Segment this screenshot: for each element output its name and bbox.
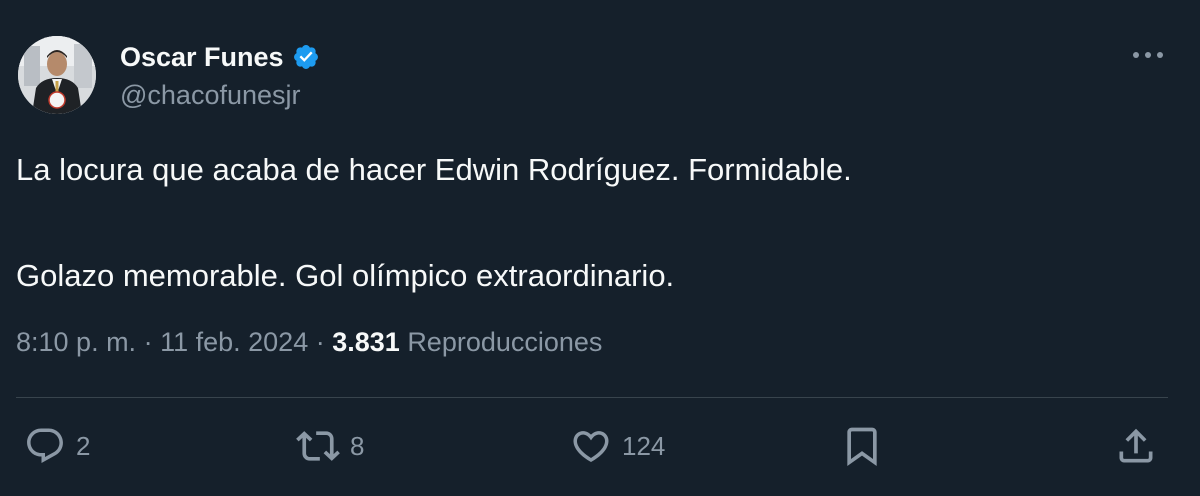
meta-separator: · — [136, 327, 161, 357]
user-handle[interactable]: @chacofunesjr — [120, 80, 320, 111]
retweet-button[interactable]: 8 — [296, 420, 364, 472]
reply-count: 2 — [76, 430, 91, 461]
like-count: 124 — [622, 430, 666, 461]
views-label: Reproducciones — [407, 327, 603, 357]
tweet-paragraph: Golazo memorable. Gol olímpico extraordi… — [16, 258, 675, 293]
action-bar: 2 8 124 — [0, 420, 1200, 472]
tweet-date[interactable]: 11 feb. 2024 — [160, 327, 308, 357]
more-horizontal-icon — [1133, 52, 1163, 58]
bookmark-button[interactable] — [840, 420, 884, 472]
tweet-meta: 8:10 p. m. · 11 feb. 2024 · 3.831 Reprod… — [16, 327, 602, 358]
author-block: Oscar Funes @chacofunesjr — [120, 38, 320, 111]
like-button[interactable]: 124 — [570, 420, 665, 472]
verified-badge-icon[interactable] — [292, 43, 320, 71]
divider — [16, 397, 1168, 398]
views-count: 3.831 — [332, 327, 400, 357]
tweet-text: La locura que acaba de hacer Edwin Rodrí… — [16, 150, 1166, 296]
retweet-count: 8 — [350, 430, 365, 461]
meta-separator: · — [308, 327, 333, 357]
bookmark-icon — [847, 427, 877, 467]
avatar[interactable] — [18, 36, 96, 114]
display-name[interactable]: Oscar Funes — [120, 42, 284, 73]
share-icon — [1119, 428, 1153, 463]
retweet-icon — [296, 431, 340, 461]
reply-button[interactable]: 2 — [24, 420, 90, 472]
heart-icon — [573, 431, 609, 463]
tweet-card: Oscar Funes @chacofunesjr La locura que … — [0, 0, 1200, 496]
share-button[interactable] — [1114, 420, 1158, 472]
more-options-button[interactable] — [1128, 38, 1168, 72]
avatar-image — [18, 36, 96, 114]
tweet-paragraph: La locura que acaba de hacer Edwin Rodrí… — [16, 152, 852, 187]
reply-icon — [27, 428, 63, 463]
tweet-time[interactable]: 8:10 p. m. — [16, 327, 136, 357]
author-name-row: Oscar Funes — [120, 38, 320, 76]
